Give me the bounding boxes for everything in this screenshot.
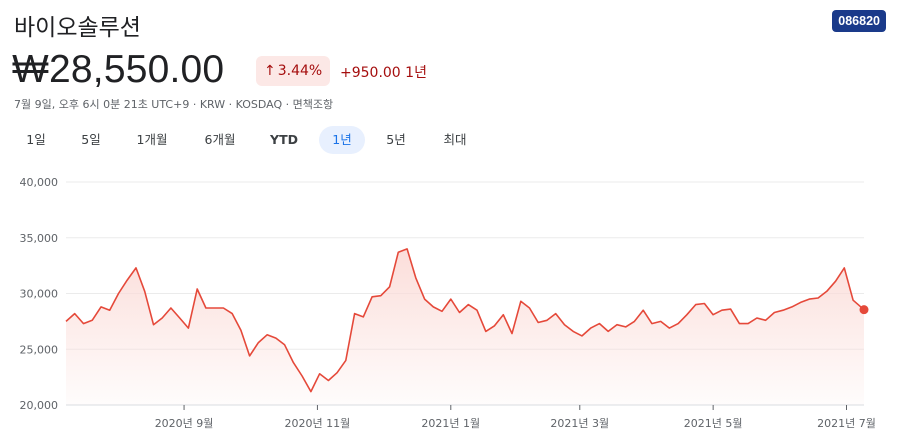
price-area <box>66 248 864 405</box>
y-tick-label: 20,000 <box>20 399 59 412</box>
x-tick-label: 2021년 3월 <box>550 417 609 430</box>
x-tick-label: 2021년 1월 <box>421 417 480 430</box>
price-chart[interactable]: 20,000 25,000 30,000 35,000 40,000 2020년 9월 2… <box>0 0 897 444</box>
x-tick-label: 2020년 11월 <box>285 417 351 430</box>
x-tick-label: 2020년 9월 <box>155 417 214 430</box>
y-tick-label: 30,000 <box>20 288 59 301</box>
y-tick-label: 40,000 <box>20 176 59 189</box>
x-tick-label: 2021년 7월 <box>817 417 876 430</box>
y-tick-label: 35,000 <box>20 232 59 245</box>
y-tick-label: 25,000 <box>20 343 59 356</box>
x-tick-label: 2021년 5월 <box>684 417 743 430</box>
current-price-dot <box>859 305 869 315</box>
